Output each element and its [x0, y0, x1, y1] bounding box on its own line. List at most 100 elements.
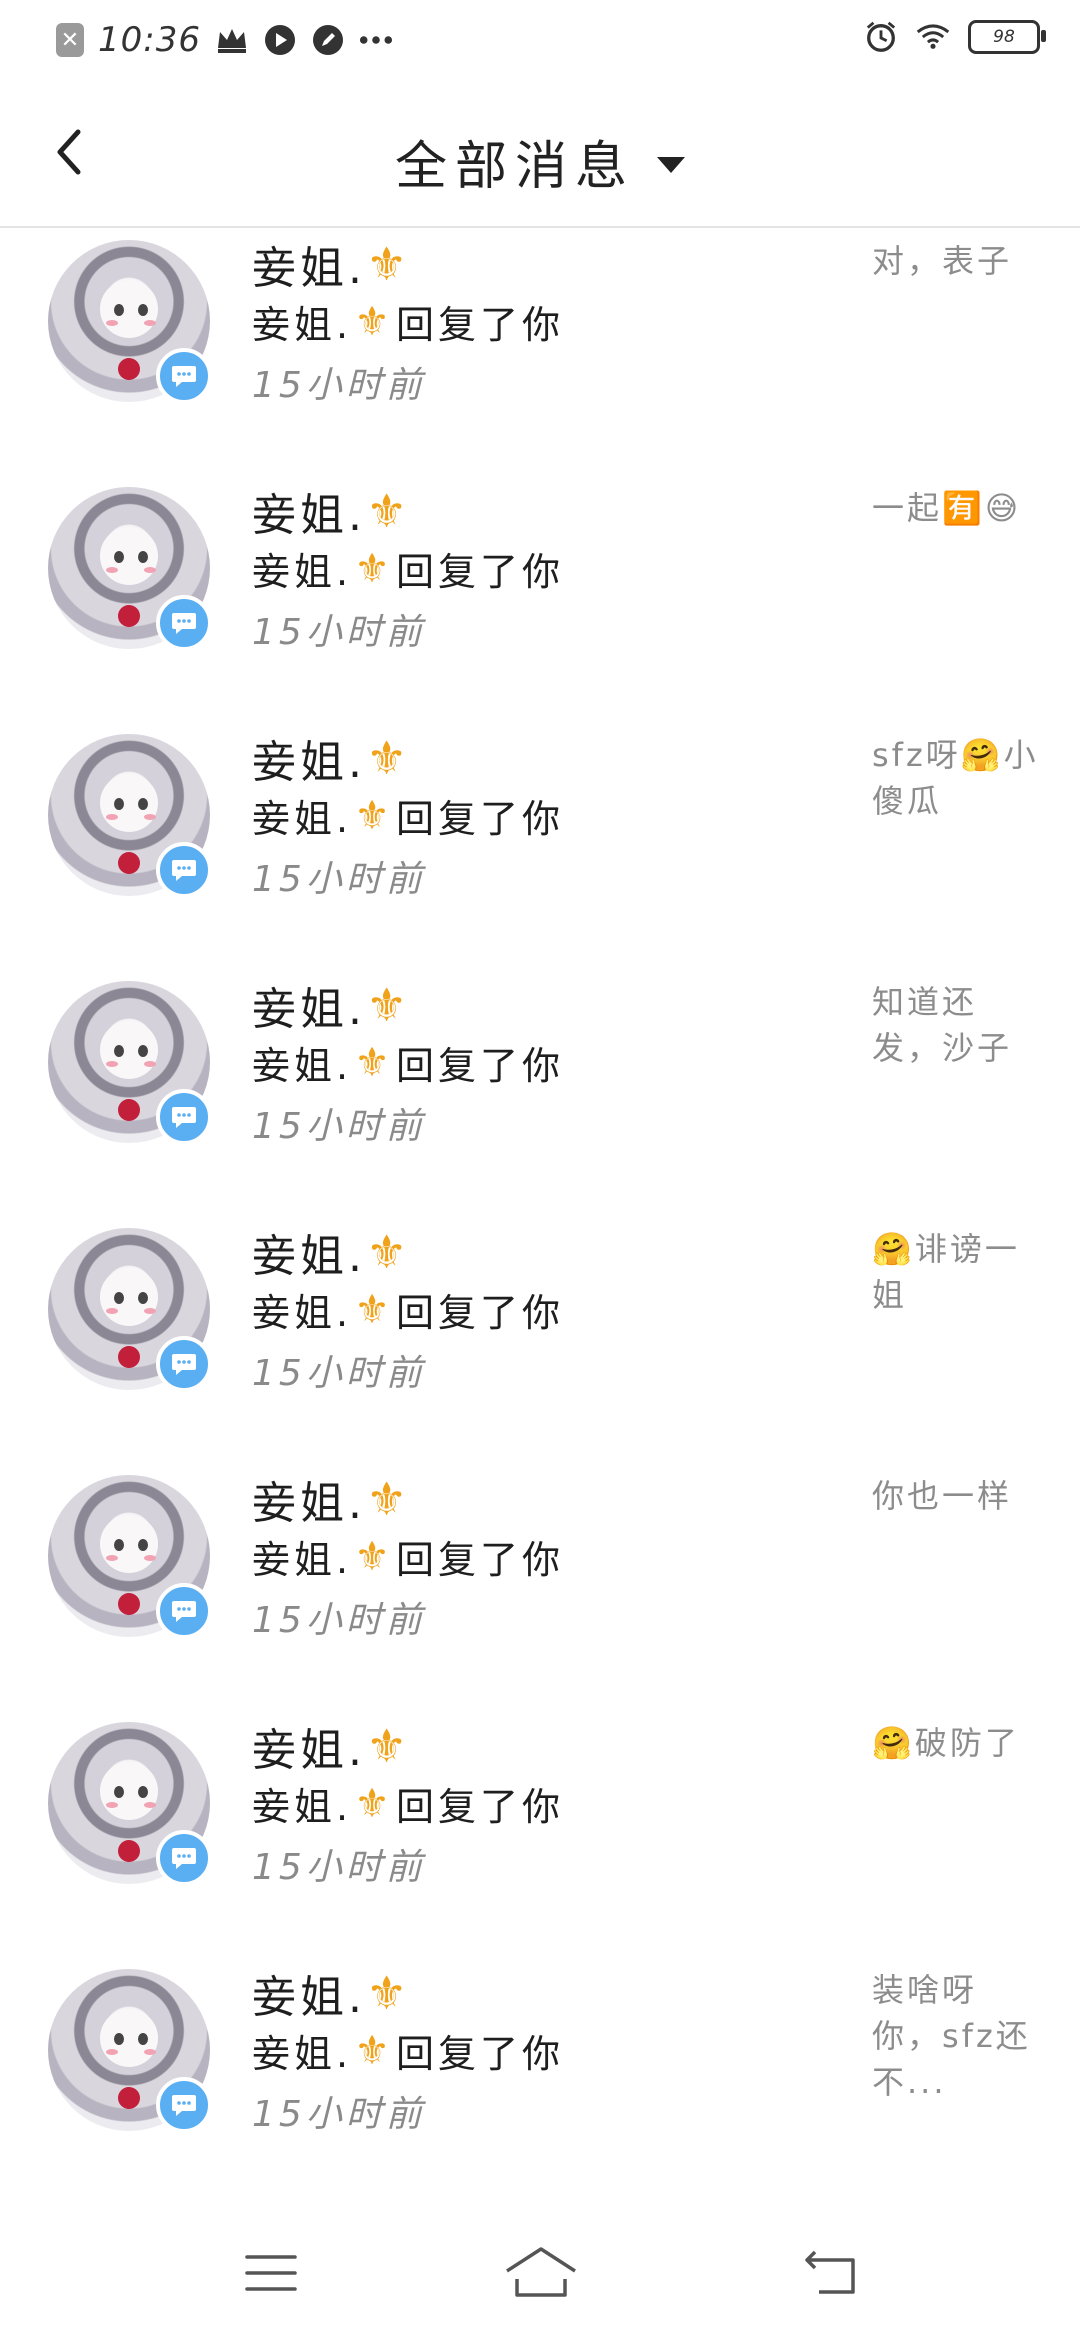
avatar-eye	[114, 1786, 124, 1798]
message-item[interactable]: 妾姐. ⚜ 妾姐. ⚜ 回复了你 15小时前 你也一样	[0, 1463, 1080, 1710]
avatar-blush	[144, 1555, 156, 1561]
pencil-icon	[311, 23, 345, 57]
fleur-de-lis-icon: ⚜	[366, 1719, 412, 1773]
fleur-de-lis-icon: ⚜	[354, 298, 394, 345]
message-item[interactable]: 妾姐. ⚜ 妾姐. ⚜ 回复了你 15小时前 装啥呀你，sfz还不...	[0, 1957, 1080, 2204]
fleur-de-lis-icon: ⚜	[366, 484, 412, 538]
menu-icon	[245, 2255, 297, 2291]
message-item[interactable]: 妾姐. ⚜ 妾姐. ⚜ 回复了你 15小时前 sfz呀🤗小傻瓜	[0, 722, 1080, 969]
fleur-de-lis-icon: ⚜	[366, 1966, 412, 2020]
avatar-rose	[118, 852, 140, 874]
avatar-blush	[106, 567, 118, 573]
message-preview[interactable]: 🤗诽谤一姐	[872, 1226, 1044, 1318]
reply-sender: 妾姐.	[252, 303, 353, 347]
avatar-rose	[118, 1840, 140, 1862]
reply-line: 妾姐. ⚜ 回复了你	[252, 1035, 564, 1090]
fleur-de-lis-icon: ⚜	[366, 978, 412, 1032]
reply-suffix: 回复了你	[395, 2032, 564, 2076]
sender-name[interactable]: 妾姐. ⚜	[252, 1467, 411, 1531]
message-time: 15小时前	[252, 365, 426, 406]
battery-level: 98	[993, 27, 1015, 47]
message-preview[interactable]: sfz呀🤗小傻瓜	[872, 732, 1044, 824]
fleur-de-lis-icon: ⚜	[354, 1039, 394, 1086]
home-icon	[506, 2247, 576, 2297]
fleur-de-lis-icon: ⚜	[354, 792, 394, 839]
message-list: 妾姐. ⚜ 妾姐. ⚜ 回复了你 15小时前 对，表子 妾姐. ⚜ 妾姐. ⚜ 回复了你 1…	[0, 228, 1080, 2204]
reply-suffix: 回复了你	[395, 303, 564, 347]
avatar-eye	[138, 798, 148, 810]
comment-badge-icon	[156, 2077, 212, 2133]
sender-name-text: 妾姐.	[252, 243, 366, 294]
message-preview[interactable]: 🤗破防了	[872, 1720, 1044, 1766]
message-preview[interactable]: 一起🈶😅	[872, 485, 1044, 531]
message-preview[interactable]: 你也一样	[872, 1473, 1044, 1519]
message-time: 15小时前	[252, 1106, 426, 1147]
status-bar: ✕ 10:36 98	[0, 0, 1080, 84]
avatar-blush	[144, 567, 156, 573]
sender-name[interactable]: 妾姐. ⚜	[252, 232, 411, 296]
home-button[interactable]	[496, 2238, 586, 2308]
message-item[interactable]: 妾姐. ⚜ 妾姐. ⚜ 回复了你 15小时前 一起🈶😅	[0, 475, 1080, 722]
comment-badge-icon	[156, 595, 212, 651]
status-bar-left: ✕ 10:36	[56, 20, 393, 60]
message-preview[interactable]: 装啥呀你，sfz还不...	[872, 1967, 1044, 2105]
avatar-eye	[114, 2033, 124, 2045]
sender-name-text: 妾姐.	[252, 737, 366, 788]
message-item[interactable]: 妾姐. ⚜ 妾姐. ⚜ 回复了你 15小时前 🤗破防了	[0, 1710, 1080, 1957]
avatar-eye	[138, 2033, 148, 2045]
close-notification-icon: ✕	[56, 23, 84, 57]
avatar-blush	[106, 814, 118, 820]
comment-badge-icon	[156, 842, 212, 898]
system-nav-bar	[0, 2200, 1080, 2340]
sender-name[interactable]: 妾姐. ⚜	[252, 1961, 411, 2025]
avatar-eye	[138, 1786, 148, 1798]
sender-name[interactable]: 妾姐. ⚜	[252, 726, 411, 790]
battery-icon: 98	[968, 20, 1046, 54]
message-item[interactable]: 妾姐. ⚜ 妾姐. ⚜ 回复了你 15小时前 知道还发，沙子	[0, 969, 1080, 1216]
back-nav-button[interactable]	[786, 2238, 876, 2308]
message-item[interactable]: 妾姐. ⚜ 妾姐. ⚜ 回复了你 15小时前 🤗诽谤一姐	[0, 1216, 1080, 1463]
message-preview[interactable]: 对，表子	[872, 238, 1044, 284]
avatar-rose	[118, 1099, 140, 1121]
caret-down-icon	[657, 156, 685, 173]
avatar-eye	[138, 1539, 148, 1551]
avatar-eye	[138, 1045, 148, 1057]
avatar-face	[100, 1268, 158, 1326]
avatar-blush	[144, 1061, 156, 1067]
play-icon	[263, 23, 297, 57]
reply-suffix: 回复了你	[395, 797, 564, 841]
avatar-eye	[114, 304, 124, 316]
message-time: 15小时前	[252, 2094, 426, 2135]
avatar-face	[100, 280, 158, 338]
sender-name[interactable]: 妾姐. ⚜	[252, 973, 411, 1037]
fleur-de-lis-icon: ⚜	[354, 545, 394, 592]
message-preview[interactable]: 知道还发，沙子	[872, 979, 1044, 1071]
avatar-eye	[114, 1292, 124, 1304]
sender-name[interactable]: 妾姐. ⚜	[252, 479, 411, 543]
reply-line: 妾姐. ⚜ 回复了你	[252, 1282, 564, 1337]
avatar-rose	[118, 1593, 140, 1615]
sender-name[interactable]: 妾姐. ⚜	[252, 1714, 411, 1778]
sender-name-text: 妾姐.	[252, 984, 366, 1035]
status-bar-right: 98	[864, 20, 1046, 54]
avatar-eye	[138, 304, 148, 316]
avatar-eye	[114, 551, 124, 563]
sender-name[interactable]: 妾姐. ⚜	[252, 1220, 411, 1284]
avatar-face	[100, 774, 158, 832]
fleur-de-lis-icon: ⚜	[366, 1472, 412, 1526]
fleur-de-lis-icon: ⚜	[366, 731, 412, 785]
avatar-blush	[106, 320, 118, 326]
fleur-de-lis-icon: ⚜	[354, 2027, 394, 2074]
wifi-icon	[916, 20, 950, 54]
message-item[interactable]: 妾姐. ⚜ 妾姐. ⚜ 回复了你 15小时前 对，表子	[0, 228, 1080, 475]
message-time: 15小时前	[252, 859, 426, 900]
avatar-face	[100, 1021, 158, 1079]
reply-sender: 妾姐.	[252, 2032, 353, 2076]
menu-button[interactable]	[226, 2238, 316, 2308]
reply-sender: 妾姐.	[252, 797, 353, 841]
avatar-rose	[118, 1346, 140, 1368]
avatar-eye	[114, 798, 124, 810]
title-dropdown[interactable]: 全部消息	[0, 124, 1080, 199]
avatar-blush	[144, 2049, 156, 2055]
reply-line: 妾姐. ⚜ 回复了你	[252, 541, 564, 596]
